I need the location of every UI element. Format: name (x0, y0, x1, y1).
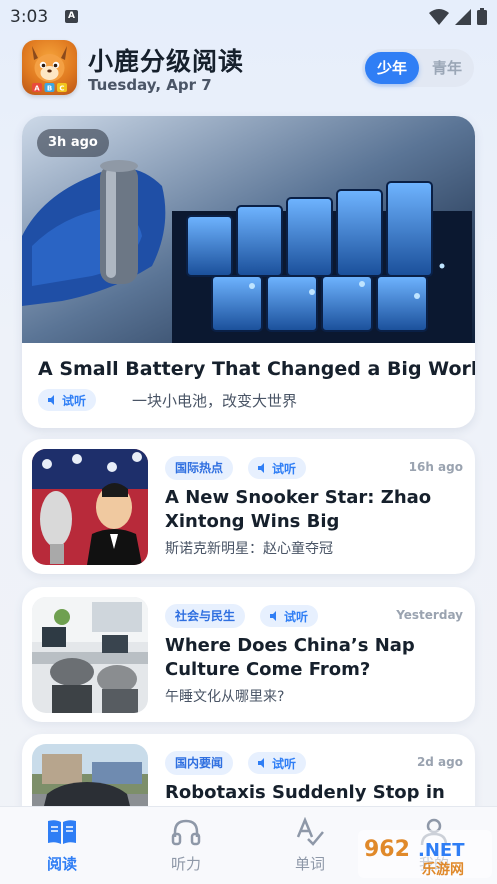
article-title[interactable]: A New Snooker Star: Zhao Xintong Wins Bi… (165, 486, 465, 534)
nav-label-vocabulary: 单词 (294, 855, 325, 873)
status-bar: 3:03 A (0, 0, 497, 34)
app-title: 小鹿分级阅读 (88, 47, 245, 76)
article-time: Yesterday (396, 608, 463, 622)
svg-text:.NET: .NET (418, 840, 465, 861)
status-time: 3:03 (10, 7, 49, 27)
headphones-icon (171, 819, 201, 846)
listen-label: 试听 (62, 393, 87, 408)
wifi-icon (429, 8, 449, 25)
level-toggle[interactable]: 少年 青年 (362, 49, 474, 87)
article-category-tag: 国际热点 (165, 456, 234, 480)
article-subtitle: 午睡文化从哪里来? (165, 689, 285, 705)
featured-article-card[interactable]: 3h ago A Small Battery That Changed a Bi… (22, 116, 475, 428)
featured-time-badge: 3h ago (37, 129, 109, 157)
date-label: Tuesday, Apr 7 (88, 76, 212, 94)
article-card[interactable]: 社会与民生 试听 Yesterday Where Does China’s Na… (22, 587, 475, 722)
article-thumbnail-snooker (32, 449, 148, 565)
speaker-icon (48, 395, 54, 405)
article-time: 16h ago (408, 460, 463, 474)
speaker-icon (270, 611, 276, 621)
battery-icon (477, 8, 487, 25)
nav-tab-listening[interactable]: 听力 (146, 817, 226, 874)
svg-text:乐游网: 乐游网 (422, 861, 464, 878)
signal-icon (455, 8, 471, 25)
app-header: A B C 小鹿分级阅读 Tuesday, Apr 7 少年 青年 (0, 34, 497, 110)
level-option-youth[interactable]: 青年 (420, 52, 474, 84)
book-icon (48, 820, 76, 844)
article-category-tag: 社会与民生 (165, 604, 246, 628)
speaker-icon (258, 758, 264, 768)
article-listen-button[interactable]: 试听 (248, 457, 307, 479)
nav-label-reading: 阅读 (46, 855, 77, 873)
svg-text:A: A (34, 85, 40, 93)
status-icons (429, 8, 487, 25)
svg-text:962: 962 (364, 837, 410, 862)
article-time: 2d ago (416, 755, 463, 769)
article-subtitle: 斯诺克新明星：赵心童夺冠 (165, 541, 333, 557)
nav-tab-reading[interactable]: 阅读 (22, 817, 102, 874)
article-card[interactable]: 国际热点 试听 16h ago A New Snooker Star: Zhao… (22, 439, 475, 574)
site-watermark-logo: 962 .NET 乐游网 (358, 830, 492, 878)
listen-label: 试听 (272, 461, 297, 476)
nav-tab-vocabulary[interactable]: 单词 (270, 817, 350, 874)
article-category-tag: 国内要闻 (165, 751, 234, 775)
svg-text:C: C (59, 85, 64, 93)
listen-label: 试听 (284, 609, 309, 624)
article-title[interactable]: Robotaxis Suddenly Stop in (165, 781, 465, 805)
notification-icon: A (65, 10, 78, 23)
article-thumbnail-nap (32, 597, 148, 713)
article-listen-button[interactable]: 试听 (248, 752, 307, 774)
article-title[interactable]: Where Does China’s Nap Culture Come From… (165, 634, 465, 682)
article-listen-button[interactable]: 试听 (260, 605, 319, 627)
nav-label-listening: 听力 (170, 855, 201, 873)
featured-subtitle: 一块小电池，改变大世界 (132, 392, 298, 410)
svg-text:B: B (47, 85, 52, 93)
speaker-icon (258, 463, 264, 473)
vocabulary-check-icon (296, 817, 324, 846)
listen-label: 试听 (272, 756, 297, 771)
level-option-junior[interactable]: 少年 (365, 52, 419, 84)
featured-listen-button[interactable]: 试听 (38, 389, 97, 411)
app-logo: A B C (22, 40, 77, 95)
featured-title[interactable]: A Small Battery That Changed a Big World (38, 358, 475, 380)
